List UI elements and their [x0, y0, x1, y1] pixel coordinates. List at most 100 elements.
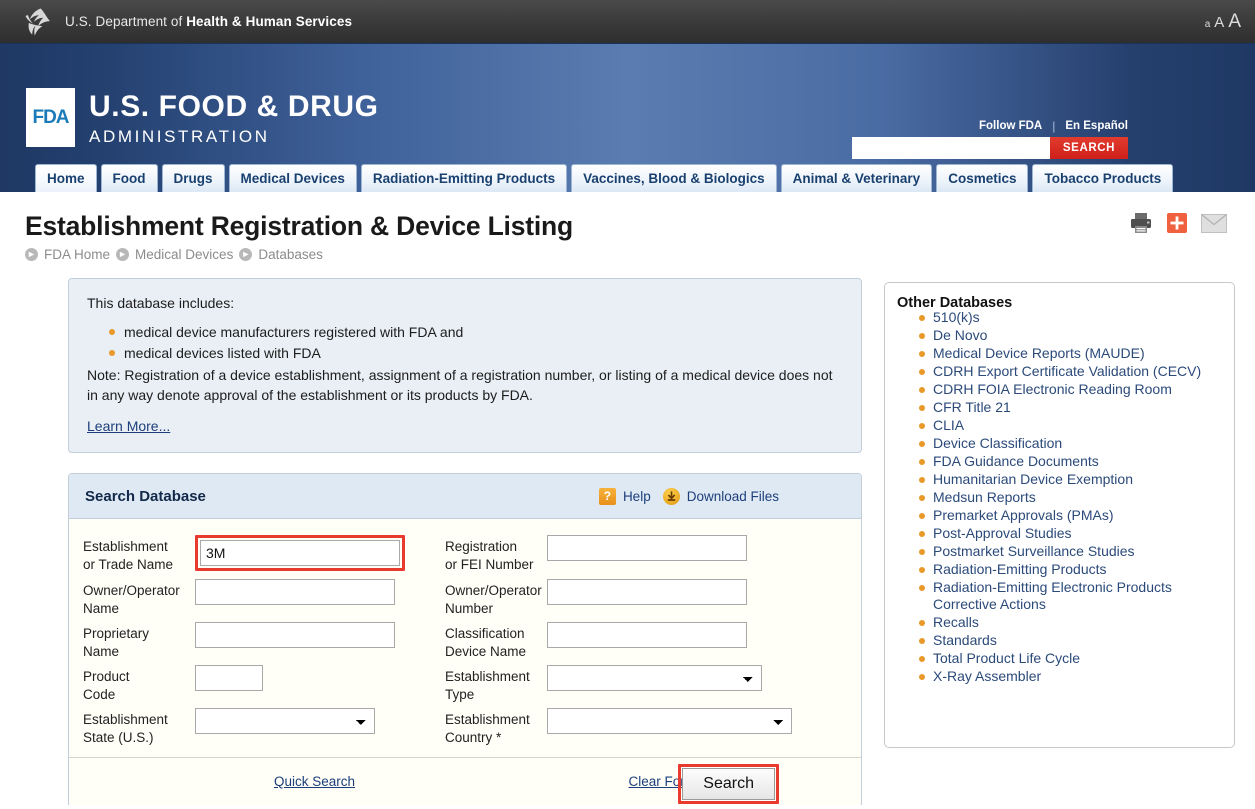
- label-line1: Product: [83, 669, 130, 684]
- establishment-country-select[interactable]: [547, 708, 792, 734]
- database-link: CDRH FOIA Electronic Reading Room: [933, 381, 1172, 397]
- site-search-button[interactable]: SEARCH: [1050, 137, 1128, 159]
- list-item[interactable]: Total Product Life Cycle: [919, 650, 1224, 667]
- page-footer-strip: [0, 805, 1255, 809]
- registration-or-fei-number-input[interactable]: [547, 535, 747, 561]
- breadcrumb-item-fda-home[interactable]: FDA Home: [44, 247, 110, 262]
- label-line2: Code: [83, 687, 116, 702]
- search-form: Establishment or Trade Name Registration…: [69, 519, 861, 753]
- label-establishment-state: Establishment State (U.S.): [83, 704, 195, 747]
- font-size-small-button[interactable]: a: [1205, 19, 1211, 30]
- nav-tab-animal-veterinary[interactable]: Animal & Veterinary: [780, 164, 933, 193]
- database-link: CLIA: [933, 417, 965, 433]
- label-line1: Establishment: [445, 712, 530, 727]
- quick-search-link[interactable]: Quick Search: [274, 774, 355, 789]
- other-databases-panel: Other Databases 510(k)s De Novo Medical …: [884, 282, 1235, 748]
- other-databases-list: 510(k)s De Novo Medical Device Reports (…: [897, 309, 1224, 685]
- search-form-footer: Quick Search Clear Form Search: [69, 757, 861, 809]
- list-item[interactable]: De Novo: [919, 327, 1224, 344]
- main-column: This database includes: medical device m…: [20, 278, 862, 809]
- label-product-code: Product Code: [83, 661, 195, 704]
- breadcrumb-arrow-icon: ►: [239, 248, 253, 261]
- product-code-input[interactable]: [195, 665, 263, 691]
- nav-tab-vaccines-blood-biologics[interactable]: Vaccines, Blood & Biologics: [571, 164, 777, 193]
- database-link: Radiation-Emitting Electronic Products C…: [933, 579, 1172, 612]
- list-item[interactable]: CDRH Export Certificate Validation (CECV…: [919, 363, 1224, 380]
- nav-tab-medical-devices[interactable]: Medical Devices: [228, 164, 357, 193]
- list-item[interactable]: Post-Approval Studies: [919, 525, 1224, 542]
- list-item[interactable]: FDA Guidance Documents: [919, 453, 1224, 470]
- database-link: 510(k)s: [933, 309, 980, 325]
- breadcrumb-item-databases[interactable]: Databases: [258, 247, 323, 262]
- help-link[interactable]: Help: [623, 489, 651, 504]
- nav-tab-drugs[interactable]: Drugs: [161, 164, 225, 193]
- hhs-bold: Health & Human Services: [186, 14, 353, 29]
- label-line2: Country *: [445, 730, 502, 745]
- share-icon[interactable]: [1167, 213, 1187, 233]
- fda-logo-line2: ADMINISTRATION: [89, 127, 270, 146]
- question-mark-icon[interactable]: ?: [598, 487, 616, 505]
- download-files-link[interactable]: Download Files: [687, 489, 779, 504]
- list-item[interactable]: 510(k)s: [919, 309, 1224, 326]
- proprietary-name-input[interactable]: [195, 622, 395, 648]
- list-item[interactable]: Radiation-Emitting Products: [919, 561, 1224, 578]
- cell-product-code: [195, 661, 445, 695]
- nav-tab-cosmetics[interactable]: Cosmetics: [936, 164, 1029, 193]
- label-line2: Number: [445, 601, 494, 616]
- site-search-input[interactable]: [852, 137, 1050, 159]
- fda-logo-wordmark: U.S. FOOD & DRUG ADMINISTRATION: [89, 88, 379, 148]
- breadcrumb: ► FDA Home ► Medical Devices ► Databases: [25, 247, 1255, 262]
- list-item[interactable]: CFR Title 21: [919, 399, 1224, 416]
- cell-registration-or-fei-number: [547, 531, 797, 565]
- classification-device-name-input[interactable]: [547, 622, 747, 648]
- nav-tab-home[interactable]: Home: [35, 164, 97, 193]
- list-item[interactable]: Premarket Approvals (PMAs): [919, 507, 1224, 524]
- side-column: Other Databases 510(k)s De Novo Medical …: [862, 278, 1235, 809]
- email-icon[interactable]: [1201, 213, 1227, 233]
- search-database-panel: Search Database ? Help Download Files Es…: [68, 473, 862, 809]
- owner-operator-number-input[interactable]: [547, 579, 747, 605]
- list-item[interactable]: Standards: [919, 632, 1224, 649]
- print-icon[interactable]: [1129, 212, 1153, 234]
- nav-tab-tobacco-products[interactable]: Tobacco Products: [1032, 164, 1174, 193]
- list-item[interactable]: CLIA: [919, 417, 1224, 434]
- breadcrumb-arrow-icon: ►: [116, 248, 130, 261]
- fda-logo-mark-text: FDA: [32, 106, 69, 128]
- nav-tab-radiation-emitting-products[interactable]: Radiation-Emitting Products: [360, 164, 568, 193]
- list-item[interactable]: Radiation-Emitting Electronic Products C…: [919, 579, 1224, 613]
- list-item[interactable]: Device Classification: [919, 435, 1224, 452]
- learn-more-link[interactable]: Learn More...: [87, 418, 170, 434]
- list-item: medical devices listed with FDA: [109, 343, 843, 363]
- font-size-large-button[interactable]: A: [1228, 11, 1241, 33]
- database-link: Humanitarian Device Exemption: [933, 471, 1133, 487]
- follow-fda-link[interactable]: Follow FDA: [979, 120, 1042, 132]
- establishment-state-select[interactable]: [195, 708, 375, 734]
- database-link: De Novo: [933, 327, 988, 343]
- nav-tab-food[interactable]: Food: [100, 164, 158, 193]
- search-panel-actions: ? Help Download Files: [598, 487, 779, 505]
- list-item[interactable]: X-Ray Assembler: [919, 668, 1224, 685]
- search-button-highlight: Search: [678, 764, 779, 804]
- database-link: Medsun Reports: [933, 489, 1036, 505]
- list-item[interactable]: Medical Device Reports (MAUDE): [919, 345, 1224, 362]
- database-link: FDA Guidance Documents: [933, 453, 1099, 469]
- list-item[interactable]: CDRH FOIA Electronic Reading Room: [919, 381, 1224, 398]
- fda-logo[interactable]: FDA U.S. FOOD & DRUG ADMINISTRATION: [26, 88, 379, 148]
- list-item[interactable]: Recalls: [919, 614, 1224, 631]
- list-item[interactable]: Postmarket Surveillance Studies: [919, 543, 1224, 560]
- download-arrow-icon[interactable]: [662, 487, 680, 505]
- list-item[interactable]: Medsun Reports: [919, 489, 1224, 506]
- search-button[interactable]: Search: [682, 768, 775, 800]
- establishment-type-select[interactable]: [547, 665, 762, 691]
- hhs-top-bar: U.S. Department of Health & Human Servic…: [0, 0, 1255, 44]
- label-registration-or-fei-number: Registration or FEI Number: [445, 531, 547, 574]
- font-size-medium-button[interactable]: A: [1214, 14, 1224, 31]
- owner-operator-name-input[interactable]: [195, 579, 395, 605]
- database-link: X-Ray Assembler: [933, 668, 1042, 684]
- list-item[interactable]: Humanitarian Device Exemption: [919, 471, 1224, 488]
- cell-establishment-or-trade-name: [195, 531, 445, 575]
- establishment-or-trade-name-input[interactable]: [200, 540, 400, 566]
- other-databases-title: Other Databases: [897, 295, 1013, 311]
- en-espanol-link[interactable]: En Español: [1065, 120, 1128, 132]
- breadcrumb-item-medical-devices[interactable]: Medical Devices: [135, 247, 233, 262]
